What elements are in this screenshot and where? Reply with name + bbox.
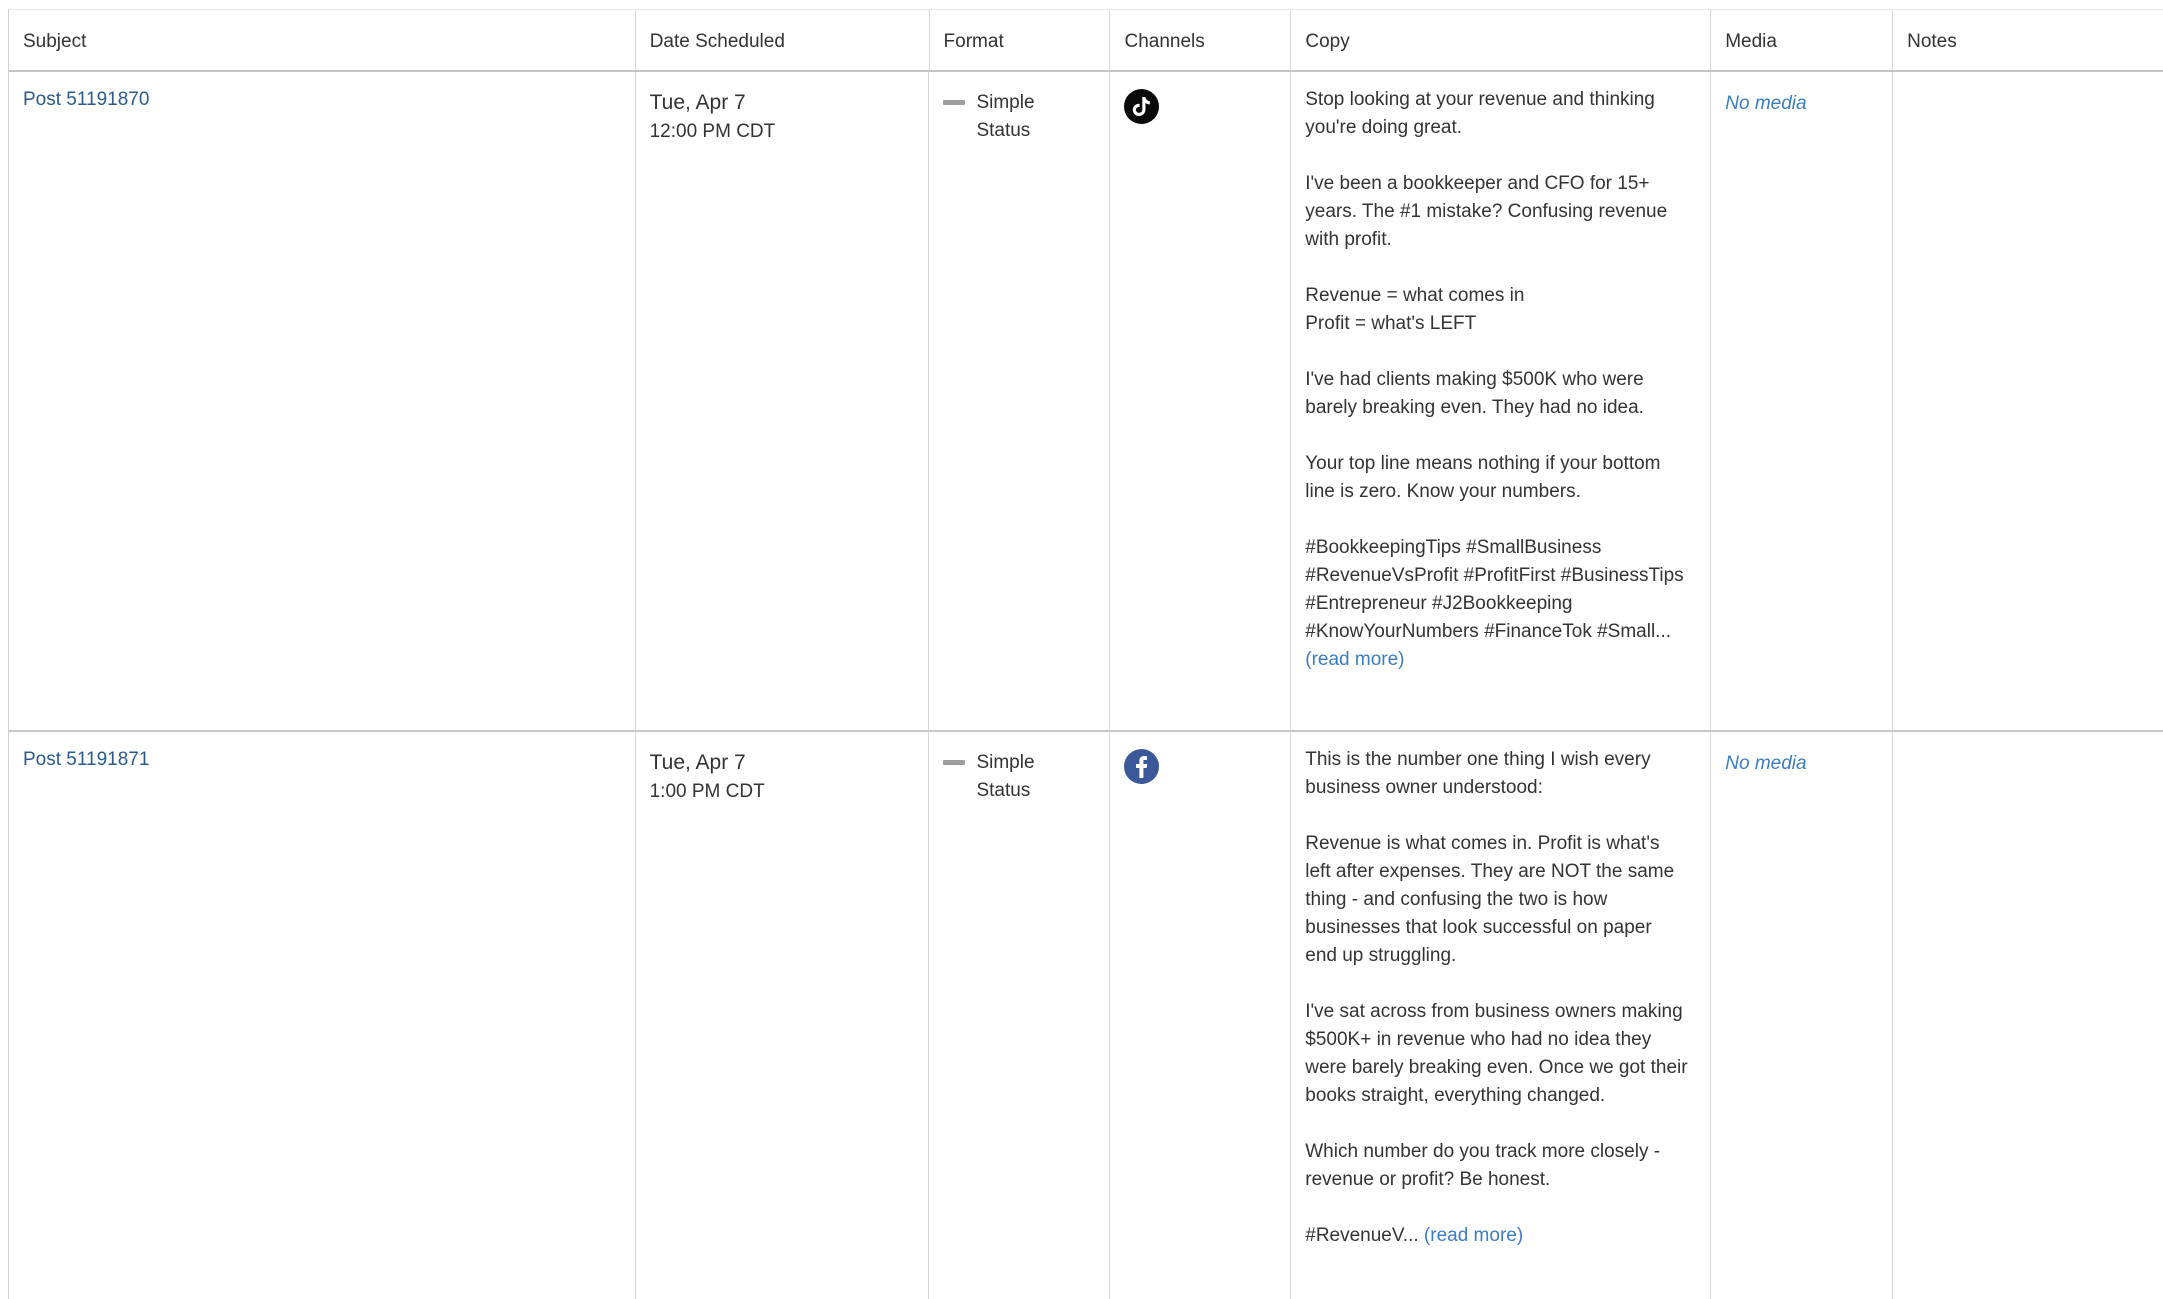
format-cell: Simple Status (929, 72, 1111, 730)
copy-paragraph: Revenue is what comes in. Profit is what… (1305, 833, 1675, 966)
media-cell: No media (1711, 732, 1894, 1299)
content-calendar-page: Subject Date Scheduled Format Channels C… (0, 0, 2163, 1299)
posts-table: Subject Date Scheduled Format Channels C… (8, 9, 2163, 1299)
notes-cell[interactable] (1893, 72, 2163, 730)
notes-cell[interactable] (1893, 732, 2163, 1299)
copy-paragraph: I've sat across from business owners mak… (1305, 1001, 1688, 1106)
channels-cell (1110, 72, 1292, 730)
tiktok-icon[interactable] (1124, 89, 1160, 124)
table-header: Subject Date Scheduled Format Channels C… (9, 10, 2163, 72)
column-header-media[interactable]: Media (1711, 10, 1894, 70)
table-row[interactable]: Post 51191870 Tue, Apr 7 12:00 PM CDT Si… (9, 72, 2163, 732)
date-cell: Tue, Apr 7 12:00 PM CDT (636, 72, 930, 730)
no-media-label: No media (1725, 753, 1807, 774)
tiktok-glyph (1133, 97, 1151, 116)
date-cell: Tue, Apr 7 1:00 PM CDT (636, 732, 930, 1299)
facebook-icon[interactable] (1124, 749, 1160, 784)
format-dash-icon (943, 100, 966, 105)
copy-paragraph: I've had clients making $500K who were b… (1305, 369, 1644, 418)
column-header-format[interactable]: Format (930, 10, 1111, 70)
column-header-date-scheduled[interactable]: Date Scheduled (636, 10, 930, 70)
facebook-glyph (1135, 755, 1148, 778)
read-more-link[interactable]: (read more) (1424, 1225, 1523, 1246)
copy-paragraph: Your top line means nothing if your bott… (1305, 453, 1661, 502)
format-dash-icon (943, 760, 966, 765)
post-subject-link[interactable]: Post 51191870 (23, 89, 149, 111)
copy-paragraph: Stop looking at your revenue and thinkin… (1305, 89, 1655, 138)
copy-paragraph: Which number do you track more closely -… (1305, 1141, 1661, 1190)
column-header-channels[interactable]: Channels (1110, 10, 1292, 70)
format-label: Simple Status (976, 752, 1035, 801)
table-row[interactable]: Post 51191871 Tue, Apr 7 1:00 PM CDT Sim… (9, 732, 2163, 1299)
subject-cell: Post 51191870 (9, 72, 636, 730)
post-subject-link[interactable]: Post 51191871 (23, 749, 149, 771)
copy-hashtags-text: #BookkeepingTips #SmallBusiness #Revenue… (1305, 537, 1684, 642)
copy-paragraph: I've been a bookkeeper and CFO for 15+ y… (1305, 173, 1668, 250)
post-copy-text: This is the number one thing I wish ever… (1305, 746, 1701, 1250)
column-header-subject[interactable]: Subject (9, 10, 636, 70)
column-header-notes[interactable]: Notes (1893, 10, 2163, 70)
scheduled-time: 1:00 PM CDT (649, 781, 765, 802)
scheduled-time: 12:00 PM CDT (649, 121, 776, 142)
copy-paragraph-hashtags: #RevenueV... (read more) (1305, 1222, 1701, 1250)
scheduled-day: Tue, Apr 7 (649, 751, 746, 774)
media-cell: No media (1711, 72, 1894, 730)
copy-paragraph-hashtags: #BookkeepingTips #SmallBusiness #Revenue… (1305, 534, 1701, 674)
copy-paragraph: Revenue = what comes in Profit = what's … (1305, 285, 1525, 334)
copy-cell: Stop looking at your revenue and thinkin… (1291, 72, 1712, 730)
copy-cell: This is the number one thing I wish ever… (1291, 732, 1712, 1299)
copy-paragraph: This is the number one thing I wish ever… (1305, 749, 1651, 798)
copy-hashtags-text: #RevenueV... (1305, 1225, 1424, 1246)
read-more-link[interactable]: (read more) (1305, 649, 1404, 670)
scheduled-day: Tue, Apr 7 (649, 91, 746, 114)
format-badge: Simple Status (943, 749, 1095, 805)
channels-cell (1110, 732, 1292, 1299)
subject-cell: Post 51191871 (9, 732, 636, 1299)
post-copy-text: Stop looking at your revenue and thinkin… (1305, 86, 1701, 674)
format-cell: Simple Status (929, 732, 1111, 1299)
column-header-copy[interactable]: Copy (1291, 10, 1712, 70)
no-media-label: No media (1725, 93, 1807, 114)
format-label: Simple Status (976, 92, 1035, 141)
format-badge: Simple Status (943, 89, 1095, 145)
